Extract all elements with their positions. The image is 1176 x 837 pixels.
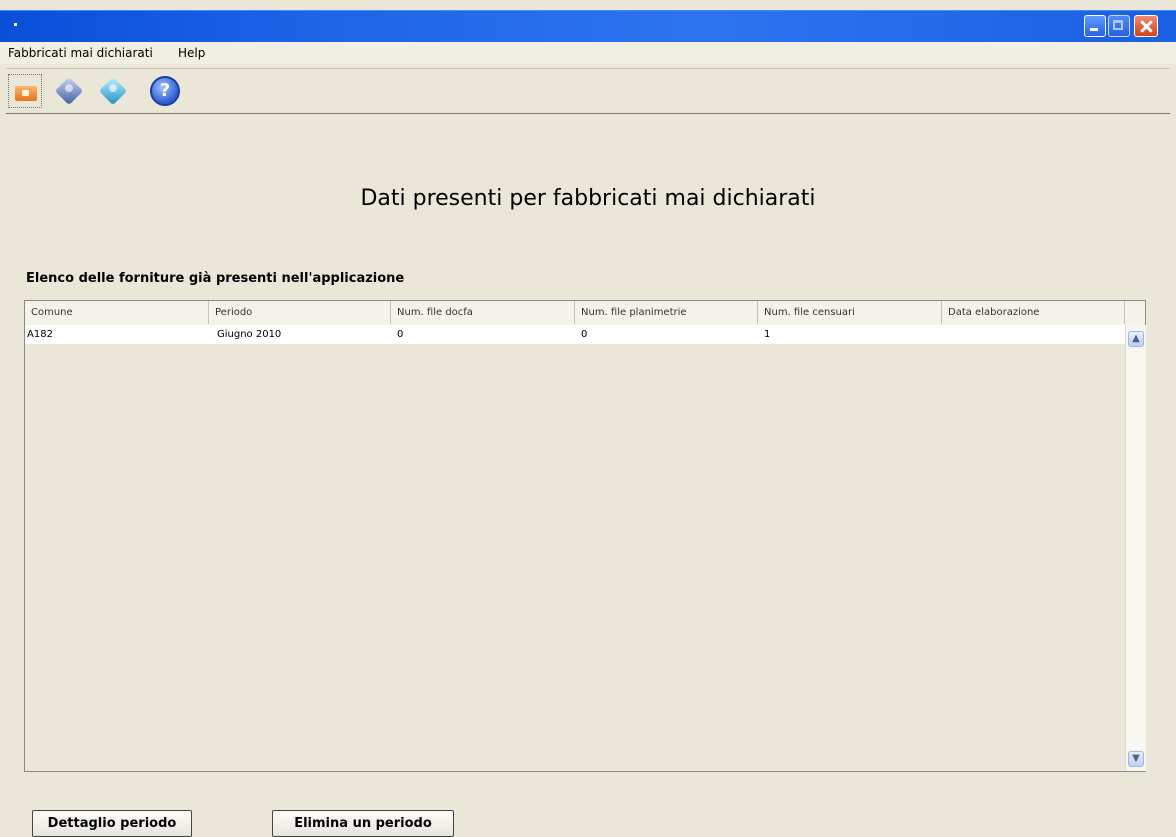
column-header-planimetrie[interactable]: Num. file planimetrie: [575, 301, 758, 324]
app-icon: [14, 23, 17, 26]
cell-data-elaborazione: [942, 325, 1125, 344]
scroll-up-icon[interactable]: ▲: [1128, 331, 1144, 347]
cell-censuari: 1: [764, 329, 771, 340]
table-header-corner: [1125, 301, 1145, 326]
cell-docfa: 0: [397, 329, 404, 340]
section-title: Elenco delle forniture già presenti nell…: [26, 271, 405, 286]
toolbar: ?: [6, 68, 1170, 114]
column-header-docfa[interactable]: Num. file docfa: [391, 301, 575, 324]
cell-periodo: Giugno 2010: [217, 329, 282, 340]
page-title: Dati presenti per fabbricati mai dichiar…: [360, 186, 816, 211]
diamond-blue-dark-icon[interactable]: [52, 74, 86, 108]
help-icon[interactable]: ?: [148, 74, 182, 108]
close-button[interactable]: [1134, 15, 1158, 37]
diamond-shape: [54, 76, 84, 106]
menu-bar: Fabbricati mai dichiarati Help: [0, 42, 1176, 64]
column-header-comune[interactable]: Comune: [25, 301, 209, 324]
cell-planimetrie: 0: [581, 329, 588, 340]
column-header-censuari[interactable]: Num. file censuari: [758, 301, 942, 324]
dettaglio-periodo-button[interactable]: Dettaglio periodo: [32, 810, 192, 837]
diamond-blue-light-icon[interactable]: [96, 74, 130, 108]
vertical-scrollbar[interactable]: ▲ ▼: [1125, 325, 1146, 771]
menu-help[interactable]: Help: [178, 46, 205, 60]
maximize-button[interactable]: [1108, 15, 1130, 37]
column-header-periodo[interactable]: Periodo: [209, 301, 391, 324]
diamond-shape: [98, 76, 128, 106]
forniture-table: Comune Periodo Num. file docfa Num. file…: [24, 300, 1146, 772]
window-titlebar[interactable]: [0, 10, 1176, 43]
scroll-down-icon[interactable]: ▼: [1128, 751, 1144, 767]
table-header: Comune Periodo Num. file docfa Num. file…: [25, 301, 1125, 326]
cell-comune: A182: [27, 329, 53, 340]
menu-fabbricati[interactable]: Fabbricati mai dichiarati: [8, 46, 153, 60]
column-header-data-elaborazione[interactable]: Data elaborazione: [942, 301, 1125, 324]
folder-icon: [15, 86, 37, 101]
open-folder-icon[interactable]: [8, 74, 42, 108]
elimina-periodo-button[interactable]: Elimina un periodo: [272, 810, 454, 837]
table-row[interactable]: A182 Giugno 2010 0 0 1: [25, 325, 1125, 344]
minimize-button[interactable]: [1084, 15, 1106, 37]
help-glyph: ?: [150, 76, 180, 106]
